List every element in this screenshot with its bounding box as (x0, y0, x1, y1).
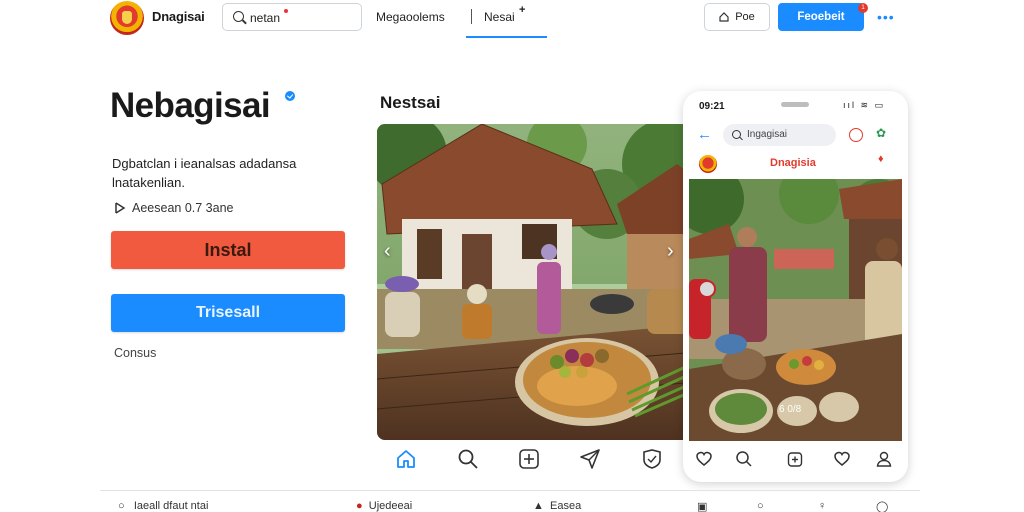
search-icon (732, 130, 741, 139)
more-icon[interactable]: ••• (877, 9, 895, 25)
heart-icon[interactable] (695, 450, 713, 468)
chevron-left-icon[interactable]: ‹ (384, 240, 391, 263)
nav-link-1[interactable]: Megaoolems (376, 10, 445, 24)
phone-search-value: Ingagisai (747, 129, 788, 140)
primary-button[interactable]: Feoebeit (778, 3, 864, 31)
nav-link-2[interactable]: Nesai (484, 10, 515, 24)
heart-outline-icon[interactable] (833, 450, 851, 468)
brand-name[interactable]: Dnagisai (152, 9, 205, 24)
gift-icon[interactable]: ♦ (878, 153, 884, 165)
play-icon (114, 202, 126, 214)
install-button[interactable]: Instal (111, 231, 345, 269)
top-bar: Dnagisai netan Megaoolems Nesai + Poe Fe… (0, 0, 1024, 40)
post-button[interactable]: Poe (704, 3, 770, 31)
shield-icon[interactable] (641, 448, 663, 470)
profile-icon[interactable] (875, 450, 893, 468)
chevron-right-icon[interactable]: › (667, 240, 674, 263)
house-icon (719, 12, 729, 22)
phone-status-icons: ııl ≋ ▭ (843, 100, 886, 110)
phone-photo[interactable] (689, 179, 902, 441)
nav-divider (471, 9, 472, 24)
bottom-item-1[interactable]: ○ Iaeall dfaut ntai (118, 500, 208, 512)
meta-row: Aeesean 0.7 3ane (114, 201, 233, 215)
share-icon[interactable]: ✿ (876, 126, 886, 140)
location-icon: ▲ (533, 500, 550, 512)
add-icon[interactable] (518, 448, 540, 470)
avatar: ● (356, 500, 369, 512)
bottom-item-3[interactable]: ▲ Easea (533, 500, 581, 512)
back-arrow-icon[interactable]: ← (697, 126, 712, 143)
gallery-image[interactable] (377, 124, 697, 440)
profile-icon[interactable]: ◯ (876, 500, 888, 512)
notification-dot (284, 9, 288, 13)
market-scene-illustration (689, 179, 902, 441)
search-icon (233, 11, 244, 22)
phone-notch (781, 102, 809, 107)
active-tab-indicator (466, 36, 547, 38)
search-value: netan (250, 11, 281, 25)
post-button-label: Poe (735, 11, 755, 23)
bell-icon[interactable]: ♀ (818, 500, 826, 512)
help-icon[interactable] (849, 128, 863, 142)
brand-logo[interactable] (110, 1, 144, 35)
bottom-item-2-label: Ujedeeai (368, 500, 413, 512)
phone-time: 09:21 (699, 101, 725, 112)
bottom-item-3-label: Easea (550, 500, 582, 512)
home-icon[interactable] (395, 448, 417, 470)
brand-logo[interactable] (699, 155, 717, 173)
meta-text: Aeesean 0.7 3ane (132, 201, 234, 215)
hero-description: Dgbatclan i ieanalsas adadansa lnatakenl… (112, 156, 297, 190)
phone-mockup: 09:21 ııl ≋ ▭ ← Ingagisai ✿ Dnagisia ♦ 6… (683, 91, 908, 482)
search-icon: ○ (118, 500, 134, 512)
search-nav-icon[interactable]: ○ (757, 500, 764, 512)
bottom-divider (100, 490, 920, 491)
contact-link[interactable]: Consus (114, 346, 156, 360)
verified-icon (285, 91, 295, 101)
gallery-title: Nestsai (380, 93, 441, 112)
page-title: Nebagisai (110, 86, 271, 125)
add-icon[interactable] (786, 450, 804, 468)
search-input[interactable]: netan (222, 3, 362, 31)
secondary-button[interactable]: Trisesall (111, 294, 345, 332)
bottom-item-1-label: Iaeall dfaut ntai (133, 500, 209, 512)
village-scene-illustration (377, 124, 697, 440)
send-icon[interactable] (579, 448, 601, 470)
bag-icon[interactable]: ▣ (697, 500, 707, 512)
search-nav-icon[interactable] (735, 450, 753, 468)
nav-link-2-badge: + (519, 4, 526, 16)
phone-search-input[interactable]: Ingagisai (723, 124, 836, 146)
primary-badge: 1 (858, 3, 868, 13)
phone-brand-name: Dnagisia (770, 157, 816, 169)
bottom-item-2[interactable]: ● Ujedeeai (356, 500, 412, 512)
search-nav-icon[interactable] (457, 448, 479, 470)
phone-caption: 6 0/8 (779, 404, 802, 415)
